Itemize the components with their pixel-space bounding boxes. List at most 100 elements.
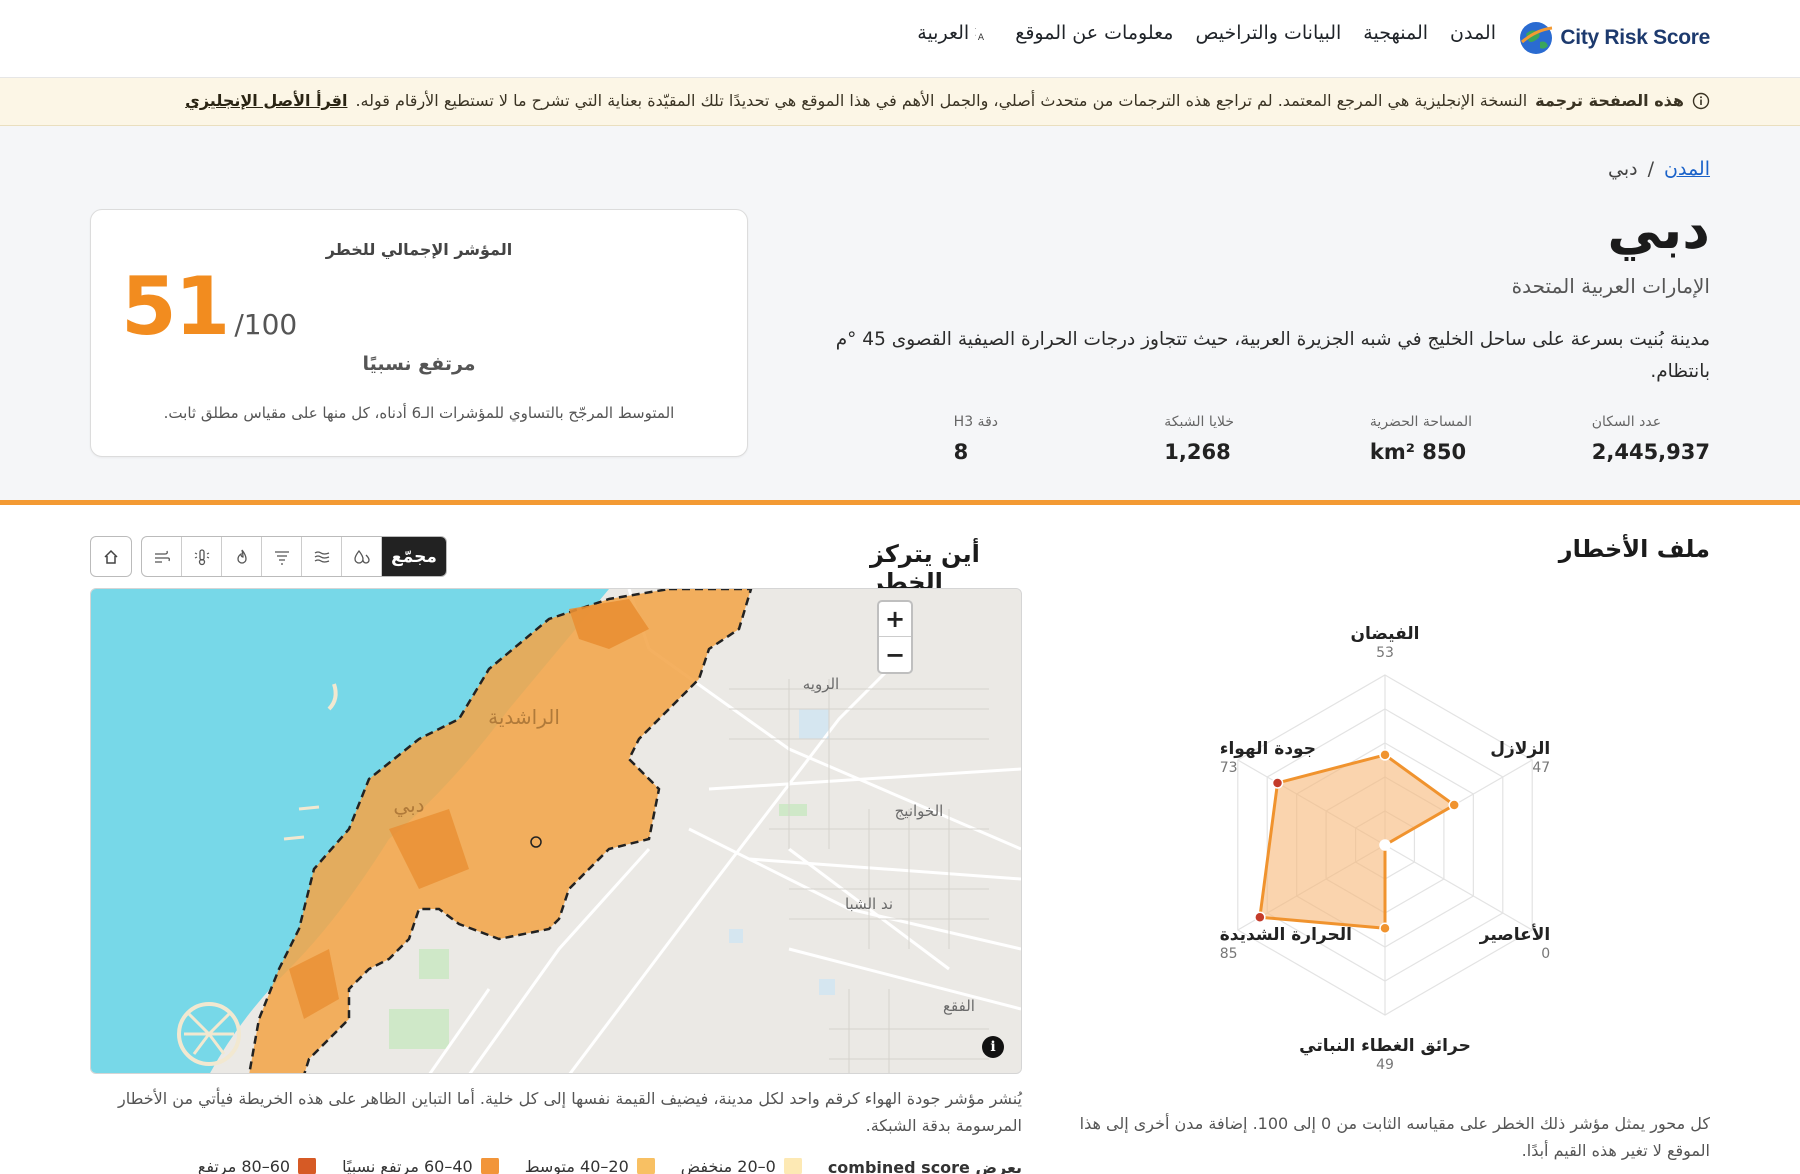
- park-area: [389, 1009, 449, 1049]
- city-country: الإمارات العربية المتحدة: [1511, 274, 1710, 298]
- layer-wildfire-button[interactable]: [222, 537, 262, 576]
- place-label-rashidiya: الراشدية: [488, 705, 560, 729]
- stat-label: خلايا الشبكة: [1164, 414, 1234, 430]
- zoom-in-button[interactable]: +: [879, 602, 911, 637]
- city-description: مدينة بُنيت بسرعة على ساحل الخليج في شبه…: [835, 329, 1710, 382]
- score-label: المؤشر الإجمالي للخطر: [325, 240, 513, 259]
- globe-logo-icon: [1520, 22, 1553, 54]
- nav-methodology[interactable]: المنهجية: [1363, 22, 1428, 44]
- overall-score-card: المؤشر الإجمالي للخطر 51 /100 مرتفع نسبي…: [90, 209, 748, 457]
- place-label-khawaneej: الخوانيج: [895, 802, 944, 820]
- score-value: 51: [121, 260, 230, 353]
- stat-value: 1,268: [1164, 440, 1231, 464]
- radar-axis-label: حرائق الغطاء النباتي: [1299, 1036, 1471, 1056]
- score-number: 51 /100: [121, 260, 297, 353]
- lake-area: [729, 929, 743, 943]
- stat-h3-resolution: دقة H3 8: [954, 414, 998, 464]
- legend-item-low: 0–20 منخفض: [681, 1158, 802, 1174]
- layer-toolbar: مجمّع: [141, 536, 447, 577]
- radar-axis-value: 49: [1376, 1057, 1394, 1073]
- radar-axis-label: الأعاصير: [1479, 924, 1550, 945]
- site-header: City Risk Score المدن المنهجية البيانات …: [0, 0, 1800, 78]
- map-home-button[interactable]: [90, 536, 132, 577]
- legend-item-medium: 20–40 متوسط: [525, 1158, 655, 1174]
- flame-icon: [236, 549, 247, 564]
- radar-point: [1271, 777, 1284, 789]
- hazard-radar-chart: الفيضان53 الزلازل47 الأعاصير0 حرائق الغطاء …: [1220, 624, 1550, 1073]
- legend-item-mod-high: 40–60 مرتفع نسبيًا: [342, 1158, 499, 1174]
- stat-label: دقة H3: [953, 414, 998, 430]
- map-attribution-info-button[interactable]: i: [982, 1036, 1004, 1058]
- radar-axis-value: 53: [1376, 645, 1394, 661]
- wind-icon: [154, 550, 170, 563]
- nav-about[interactable]: معلومات عن الموقع: [1015, 22, 1173, 44]
- radar-spoke: [1384, 844, 1533, 931]
- waves-icon: [314, 550, 329, 563]
- stat-urban-area: المساحة الحضرية km² 850: [1370, 414, 1472, 464]
- radar-data-area: [1258, 753, 1456, 930]
- svg-text:文: 文: [975, 25, 976, 38]
- read-english-link[interactable]: اقرأ الأصل الإنجليزي: [185, 91, 347, 110]
- radar-point: [1448, 799, 1460, 811]
- info-circle-icon: [1692, 92, 1710, 109]
- radar-note: كل محور يمثل مؤشر ذلك الخطر على مقياسه ا…: [1079, 1114, 1710, 1160]
- stat-population: عدد السكان 2,445,937: [1592, 414, 1710, 464]
- score-note: المتوسط المرجّح بالتساوي للمؤشرات الـ6 أ…: [163, 404, 675, 422]
- nav-data-licenses[interactable]: البيانات والتراخيص: [1195, 22, 1341, 44]
- layer-combined-button[interactable]: مجمّع: [382, 537, 446, 576]
- hazard-profile-title: ملف الأخطار: [1558, 535, 1710, 563]
- layer-heat-button[interactable]: [182, 537, 222, 576]
- legend-item-high: 60–80 مرتفع: [198, 1158, 317, 1174]
- droplets-icon: [353, 549, 370, 564]
- park-area: [779, 804, 807, 816]
- map-caption: يُنشر مؤشر جودة الهواء كرقم واحد لكل مدي…: [118, 1089, 1022, 1135]
- main-nav: المدن المنهجية البيانات والتراخيص معلوما…: [917, 22, 1496, 44]
- park-area: [419, 949, 449, 979]
- site-logo[interactable]: City Risk Score: [1518, 18, 1710, 58]
- city-stats: عدد السكان 2,445,937 المساحة الحضرية km²…: [948, 414, 1710, 474]
- layer-flood-button[interactable]: [302, 537, 342, 576]
- layer-cyclone-button[interactable]: [142, 537, 182, 576]
- banner-bold: هذه الصفحة ترجمة: [1535, 91, 1684, 110]
- zoom-control: + −: [877, 600, 913, 674]
- breadcrumb: المدن / دبي: [1608, 158, 1710, 180]
- stat-grid-cells: خلايا الشبكة 1,268: [1164, 414, 1234, 464]
- stat-value: km² 850: [1369, 440, 1467, 464]
- lake-area: [799, 709, 829, 739]
- layer-air-quality-button[interactable]: [262, 537, 302, 576]
- breadcrumb-current: دبي: [1608, 158, 1638, 180]
- nav-cities[interactable]: المدن: [1450, 22, 1496, 44]
- radar-axis-value: 73: [1220, 760, 1238, 776]
- zoom-out-button[interactable]: −: [879, 637, 911, 672]
- stat-value: 8: [953, 440, 969, 464]
- stat-label: عدد السكان: [1591, 414, 1662, 430]
- radar-axis-value: 85: [1220, 946, 1238, 962]
- banner-text: النسخة الإنجليزية هي المرجع المعتمد. لم …: [355, 91, 1528, 110]
- radar-axis-label: الزلازل: [1490, 739, 1550, 759]
- accent-divider: [0, 500, 1800, 505]
- radar-axis-value: 0: [1541, 946, 1550, 962]
- lake-area: [819, 979, 835, 995]
- svg-text:A: A: [978, 33, 985, 42]
- radar-point: [1379, 922, 1391, 935]
- score-denominator: /100: [234, 308, 298, 341]
- breadcrumb-cities-link[interactable]: المدن: [1664, 158, 1710, 180]
- language-label: العربية: [917, 22, 970, 44]
- map-legend: يعرض combined score 0–20 منخفض 20–40 متو…: [90, 1158, 1022, 1174]
- legend-title: يعرض combined score: [827, 1158, 1022, 1174]
- translate-icon: 文 A: [975, 25, 985, 42]
- radar-axis-label: الفيضان: [1350, 624, 1419, 644]
- stat-label: المساحة الحضرية: [1369, 414, 1472, 430]
- layer-earthquake-button[interactable]: [342, 537, 382, 576]
- radar-axis-value: 47: [1532, 760, 1550, 776]
- radar-point: [1379, 839, 1391, 851]
- radar-axis-label: الحرارة الشديدة: [1220, 925, 1352, 945]
- stat-value: 2,445,937: [1591, 440, 1710, 464]
- home-icon: [104, 549, 118, 564]
- score-category: مرتفع نسبيًا: [362, 353, 476, 375]
- logo-text: City Risk Score: [1560, 26, 1710, 49]
- language-switcher[interactable]: 文 A العربية: [917, 22, 993, 44]
- city-title: دبي: [1607, 198, 1710, 261]
- place-label-dubai: دبي: [393, 793, 424, 818]
- thermometer-sun-icon: [194, 548, 209, 565]
